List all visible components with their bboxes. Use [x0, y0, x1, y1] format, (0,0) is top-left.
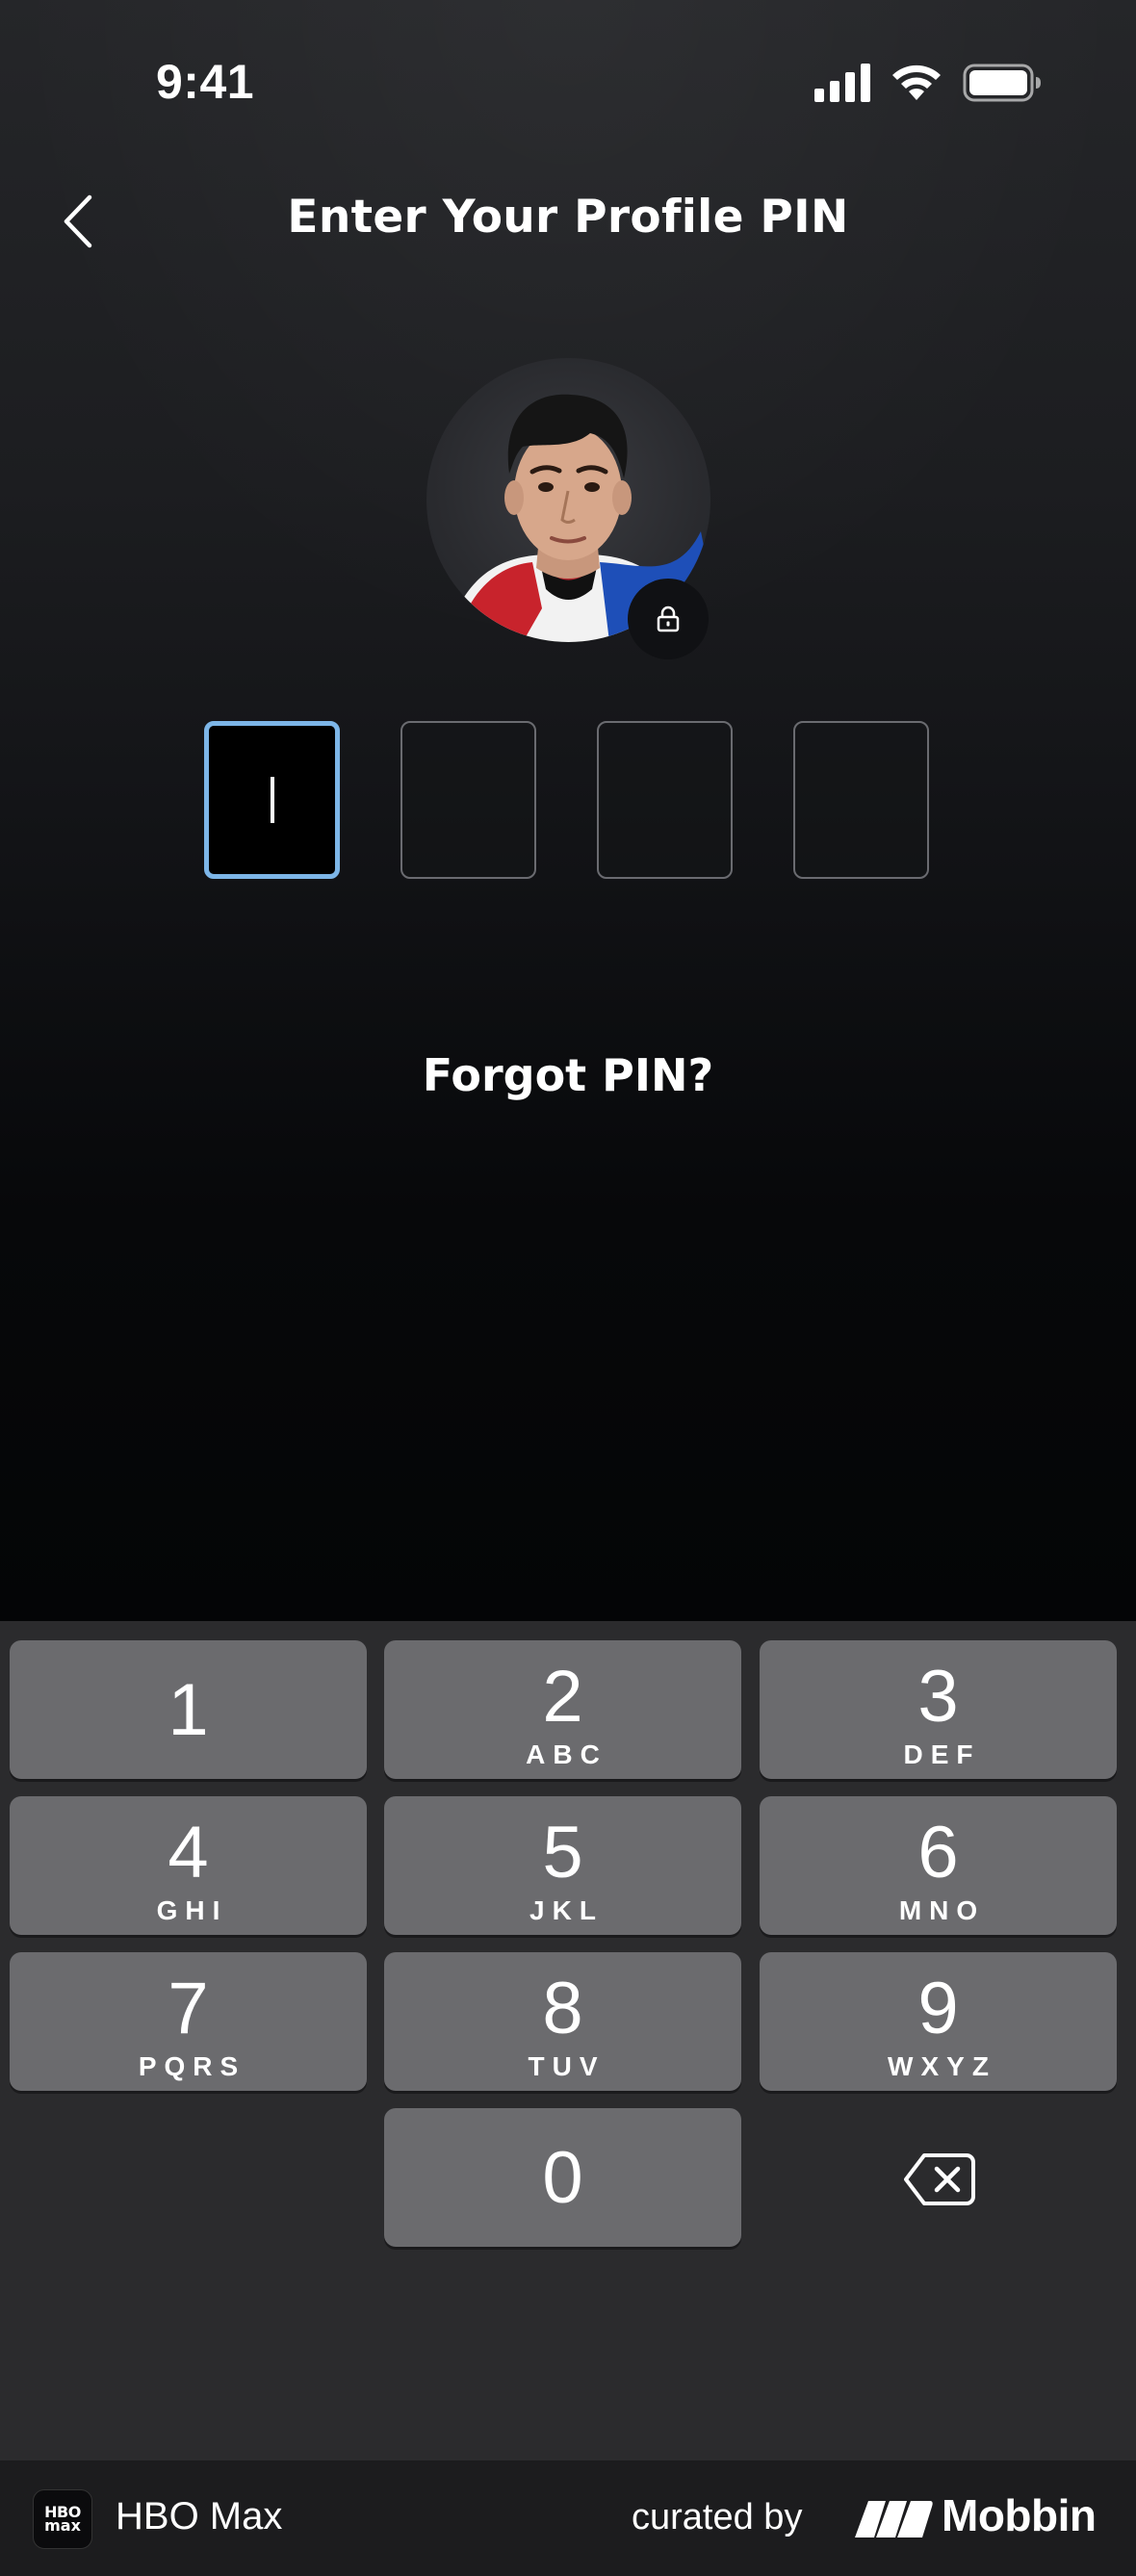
key-0[interactable]: 0: [384, 2108, 741, 2247]
key-4[interactable]: 4 GHI: [10, 1796, 367, 1935]
status-time: 9:41: [156, 55, 255, 109]
app-name: HBO Max: [116, 2495, 283, 2537]
key-7[interactable]: 7 PQRS: [10, 1952, 367, 2091]
key-5[interactable]: 5 JKL: [384, 1796, 741, 1935]
key-digit: 0: [542, 2137, 583, 2219]
forgot-pin-link[interactable]: Forgot PIN?: [0, 1049, 1136, 1101]
backspace-icon: [903, 2153, 975, 2205]
key-9[interactable]: 9 WXYZ: [760, 1952, 1117, 2091]
attribution-footer: HBO max HBO Max curated by Mobbin: [0, 2460, 1136, 2576]
key-letters: GHI: [156, 1895, 228, 1925]
key-digit: 9: [917, 1968, 959, 2049]
hbo-max-logo: HBO max: [33, 2489, 92, 2549]
key-3[interactable]: 3 DEF: [760, 1640, 1117, 1779]
pin-digit-1[interactable]: [204, 721, 340, 879]
key-letters: DEF: [903, 1739, 981, 1769]
text-cursor: [270, 777, 274, 823]
cellular-signal-icon: [814, 64, 870, 102]
key-digit: 6: [917, 1812, 959, 1893]
key-letters: ABC: [526, 1739, 607, 1769]
key-letters: JKL: [529, 1895, 604, 1925]
curated-by-label: curated by: [632, 2497, 803, 2537]
header: Enter Your Profile PIN: [0, 164, 1136, 279]
key-digit: 4: [168, 1812, 209, 1893]
key-letters: TUV: [528, 2051, 606, 2081]
page-title: Enter Your Profile PIN: [287, 191, 849, 244]
pin-digit-2[interactable]: [400, 721, 536, 879]
numeric-keypad: 1 2 ABC 3 DEF 4 GHI 5 JKL 6 MNO 7 PQRS 8…: [0, 1621, 1136, 2460]
key-digit: 2: [542, 1656, 583, 1738]
app-logo-line2: max: [44, 2516, 81, 2535]
pin-digit-3[interactable]: [597, 721, 733, 879]
mobbin-brand: Mobbin: [942, 2490, 1097, 2540]
pin-entry-fields: [0, 721, 1136, 885]
key-digit: 1: [168, 1669, 209, 1751]
delete-key[interactable]: [761, 2110, 1118, 2249]
key-letters: PQRS: [138, 2051, 246, 2081]
key-letters: WXYZ: [888, 2051, 996, 2081]
mobbin-logo-icon: [855, 2501, 933, 2537]
key-digit: 7: [168, 1968, 209, 2049]
key-digit: 5: [542, 1812, 583, 1893]
wifi-icon: [892, 64, 941, 100]
key-8[interactable]: 8 TUV: [384, 1952, 741, 2091]
key-6[interactable]: 6 MNO: [760, 1796, 1117, 1935]
battery-icon: [963, 64, 1041, 102]
lock-badge: [628, 579, 709, 659]
key-2[interactable]: 2 ABC: [384, 1640, 741, 1779]
status-bar: 9:41: [0, 0, 1136, 164]
pin-digit-4[interactable]: [793, 721, 929, 879]
key-digit: 8: [542, 1968, 583, 2049]
key-digit: 3: [917, 1656, 959, 1738]
lock-icon: [657, 605, 680, 632]
pin-entry-screen: 9:41 Enter Your Profile PIN Forgot PIN?: [0, 0, 1136, 1621]
key-1[interactable]: 1: [10, 1640, 367, 1779]
key-letters: MNO: [898, 1895, 986, 1925]
